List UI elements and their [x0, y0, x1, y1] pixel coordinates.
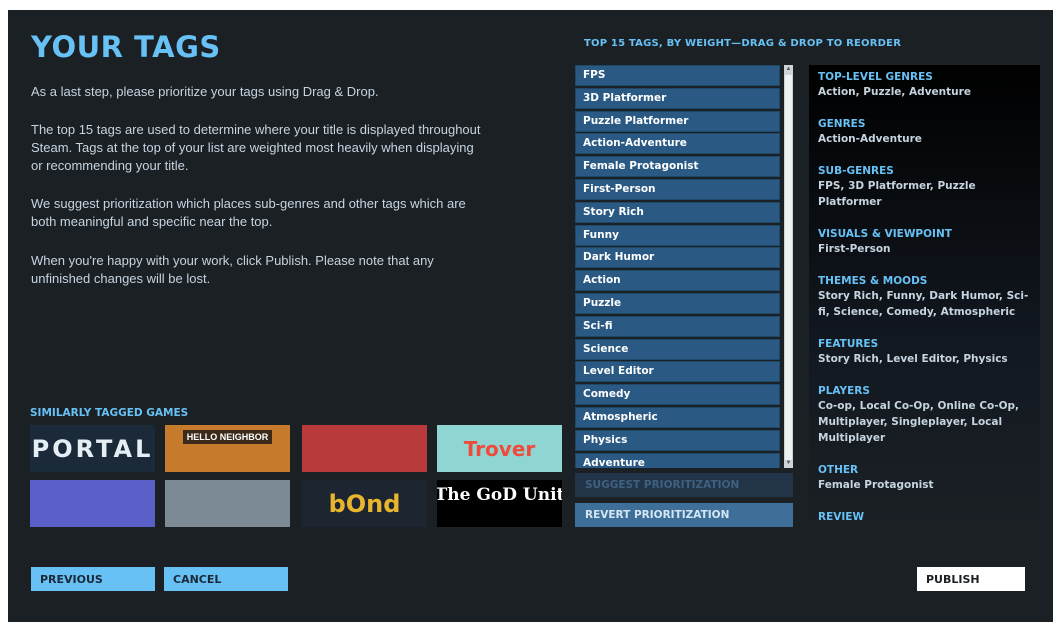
tag-item[interactable]: Female Protagonist — [575, 156, 780, 178]
tag-item[interactable]: First-Person — [575, 178, 780, 200]
category-values: Action, Puzzle, Adventure — [818, 86, 971, 98]
god-unit-game-icon: The GoD Unit — [437, 484, 562, 505]
scrollbar-thumb[interactable] — [785, 75, 792, 460]
tag-item[interactable]: Puzzle Platformer — [575, 110, 780, 132]
category-values: Female Protagonist — [818, 479, 934, 491]
tag-item[interactable]: Sci-fi — [575, 315, 780, 337]
game-thumbnail-trover[interactable]: Trover — [437, 425, 562, 472]
tag-wizard-panel: YOUR TAGS As a last step, please priorit… — [8, 10, 1053, 622]
quantum-conundrum-game-icon — [165, 480, 290, 527]
category-values: Co-op, Local Co-Op, Online Co-Op, Multip… — [818, 400, 1020, 444]
tag-item[interactable]: Science — [575, 338, 780, 360]
game-thumbnail-boond[interactable]: bOnd — [302, 480, 427, 527]
game-thumbnail-quantum-conundrum[interactable] — [165, 480, 290, 527]
tag-item[interactable]: Dark Humor — [575, 247, 780, 269]
category-review: REVIEW — [818, 510, 1031, 524]
category-title: VISUALS & VIEWPOINT — [818, 228, 952, 240]
category-values: FPS, 3D Platformer, Puzzle Platformer — [818, 180, 976, 208]
game-thumbnail-god-unit[interactable]: The GoD Unit — [437, 480, 562, 527]
category-genres: GENRES Action-Adventure — [818, 117, 1031, 147]
category-title: OTHER — [818, 464, 859, 476]
trover-game-icon: Trover — [463, 436, 536, 461]
tags-heading: TOP 15 TAGS, BY WEIGHT—DRAG & DROP TO RE… — [584, 38, 902, 49]
tag-item[interactable]: FPS — [575, 65, 780, 86]
tag-item[interactable]: Level Editor — [575, 361, 780, 383]
instruction-text: As a last step, please prioritize your t… — [31, 84, 379, 99]
category-values: First-Person — [818, 243, 891, 255]
category-features: FEATURES Story Rich, Level Editor, Physi… — [818, 337, 1031, 367]
category-values: Action-Adventure — [818, 133, 922, 145]
tag-categories-panel: TOP-LEVEL GENRES Action, Puzzle, Adventu… — [809, 65, 1040, 527]
tag-item[interactable]: Physics — [575, 429, 780, 451]
tag-item[interactable]: Story Rich — [575, 201, 780, 223]
instruction-text: The top 15 tags are used to determine wh… — [31, 122, 481, 173]
tag-item[interactable]: Action — [575, 270, 780, 292]
category-title: FEATURES — [818, 338, 879, 350]
tag-item[interactable]: Action-Adventure — [575, 133, 780, 155]
publish-button[interactable]: PUBLISH — [917, 567, 1025, 591]
instruction-text: When you're happy with your work, click … — [31, 253, 434, 286]
previous-button[interactable]: PREVIOUS — [31, 567, 155, 591]
page-title: YOUR TAGS — [31, 30, 221, 64]
portal-game-icon: PORTAL — [31, 434, 154, 463]
tag-list: FPS 3D Platformer Puzzle Platformer Acti… — [575, 65, 780, 468]
scroll-down-arrow-icon[interactable]: ▼ — [784, 459, 793, 468]
boond-game-icon: bOnd — [328, 489, 401, 518]
tag-item[interactable]: 3D Platformer — [575, 87, 780, 109]
game-thumbnail-hello-neighbor[interactable]: HELLO NEIGHBOR — [165, 425, 290, 472]
scroll-up-arrow-icon[interactable]: ▲ — [784, 65, 793, 74]
instruction-text: We suggest prioritization which places s… — [31, 196, 466, 229]
tag-list-scrollbar[interactable]: ▲ ▼ — [784, 65, 793, 468]
angry-bunny-game-icon — [30, 480, 155, 527]
category-title: PLAYERS — [818, 385, 870, 397]
category-players: PLAYERS Co-op, Local Co-Op, Online Co-Op… — [818, 384, 1031, 446]
category-visuals-viewpoint: VISUALS & VIEWPOINT First-Person — [818, 227, 1031, 257]
tag-item[interactable]: Funny — [575, 224, 780, 246]
category-title: SUB-GENRES — [818, 165, 894, 177]
cancel-button[interactable]: CANCEL — [164, 567, 288, 591]
category-other: OTHER Female Protagonist — [818, 463, 1031, 493]
tag-item[interactable]: Puzzle — [575, 292, 780, 314]
tag-item[interactable]: Atmospheric — [575, 406, 780, 428]
category-themes-moods: THEMES & MOODS Story Rich, Funny, Dark H… — [818, 274, 1031, 320]
game-thumbnail-mirrors-edge[interactable] — [302, 425, 427, 472]
category-top-level-genres: TOP-LEVEL GENRES Action, Puzzle, Adventu… — [818, 70, 1031, 100]
category-values: Story Rich, Funny, Dark Humor, Sci-fi, S… — [818, 290, 1029, 318]
category-values: Story Rich, Level Editor, Physics — [818, 353, 1008, 365]
hello-neighbor-game-icon: HELLO NEIGHBOR — [182, 429, 273, 444]
revert-prioritization-button[interactable]: REVERT PRIORITIZATION — [575, 503, 793, 527]
category-title: TOP-LEVEL GENRES — [818, 71, 933, 83]
mirrors-edge-game-icon — [302, 425, 427, 472]
suggest-prioritization-button[interactable]: SUGGEST PRIORITIZATION — [575, 473, 793, 497]
similar-games-heading: SIMILARLY TAGGED GAMES — [30, 407, 189, 419]
category-sub-genres: SUB-GENRES FPS, 3D Platformer, Puzzle Pl… — [818, 164, 1031, 210]
category-title: GENRES — [818, 118, 866, 130]
category-title: REVIEW — [818, 511, 865, 523]
tag-item[interactable]: Comedy — [575, 384, 780, 406]
game-thumbnail-angry-bunny[interactable] — [30, 480, 155, 527]
game-thumbnail-portal[interactable]: PORTAL — [30, 425, 155, 472]
category-title: THEMES & MOODS — [818, 275, 928, 287]
tag-item[interactable]: Adventure — [575, 452, 780, 468]
